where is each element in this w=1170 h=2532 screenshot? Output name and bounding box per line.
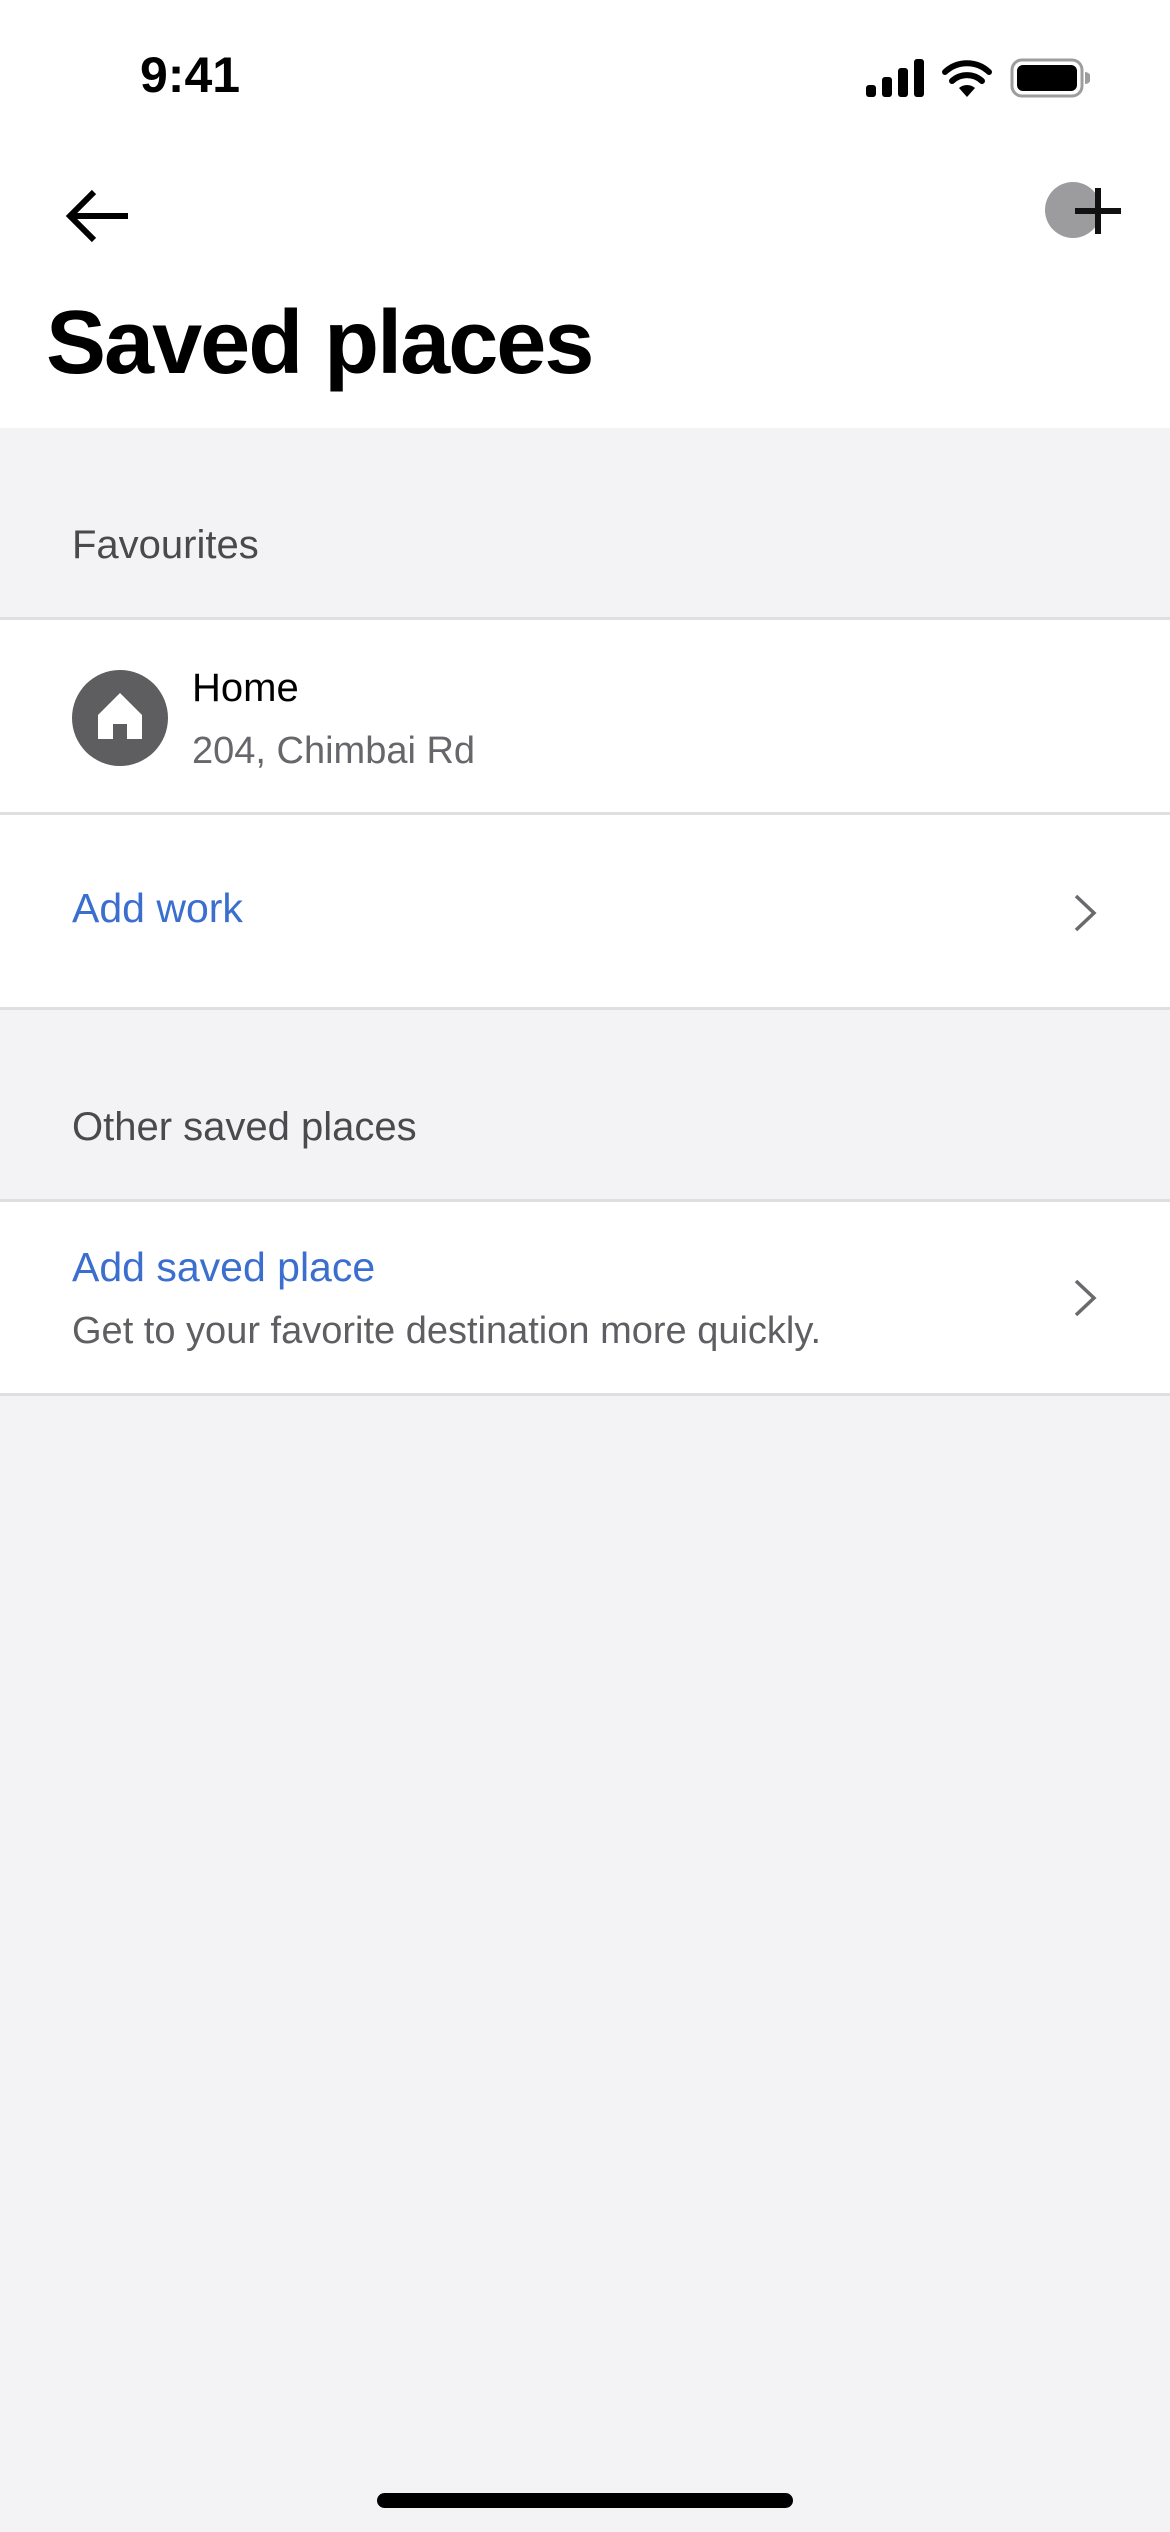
- section-header-favourites: Favourites: [0, 428, 1170, 618]
- saved-place-home[interactable]: Home 204, Chimbai Rd: [0, 620, 1170, 812]
- home-title: Home: [192, 666, 299, 710]
- page-title: Saved places: [46, 293, 594, 393]
- add-work-label: Add work: [72, 885, 243, 931]
- add-saved-place-row[interactable]: Add saved place Get to your favorite des…: [0, 1202, 1170, 1394]
- chevron-right-icon: [1070, 1278, 1100, 1318]
- status-icons: [866, 56, 1090, 100]
- status-time: 9:41: [140, 47, 241, 103]
- navigation-bar: [0, 150, 1170, 270]
- section-header-other-saved-places: Other saved places: [0, 1010, 1170, 1200]
- arrow-left-icon: [64, 188, 130, 249]
- add-place-button[interactable]: [1030, 160, 1140, 260]
- divider: [0, 1393, 1170, 1396]
- home-indicator[interactable]: [377, 2493, 793, 2508]
- wifi-icon: [942, 59, 992, 97]
- home-icon-circle: [72, 670, 168, 766]
- status-bar: 9:41: [0, 0, 1170, 150]
- home-icon: [98, 692, 142, 744]
- cellular-signal-icon: [866, 59, 924, 97]
- chevron-right-icon: [1070, 893, 1100, 933]
- add-saved-place-description: Get to your favorite destination more qu…: [72, 1310, 822, 1352]
- saved-places-screen: 9:41 Saved places Favourites Home 204, C…: [0, 0, 1170, 2532]
- section-header-label: Favourites: [72, 523, 259, 567]
- home-address: 204, Chimbai Rd: [192, 730, 476, 772]
- add-saved-place-label: Add saved place: [72, 1244, 376, 1290]
- battery-icon: [1010, 58, 1090, 98]
- top-area: 9:41 Saved places: [0, 0, 1170, 428]
- back-button[interactable]: [52, 178, 142, 258]
- section-header-label: Other saved places: [72, 1105, 417, 1149]
- add-work-row[interactable]: Add work: [0, 815, 1170, 1007]
